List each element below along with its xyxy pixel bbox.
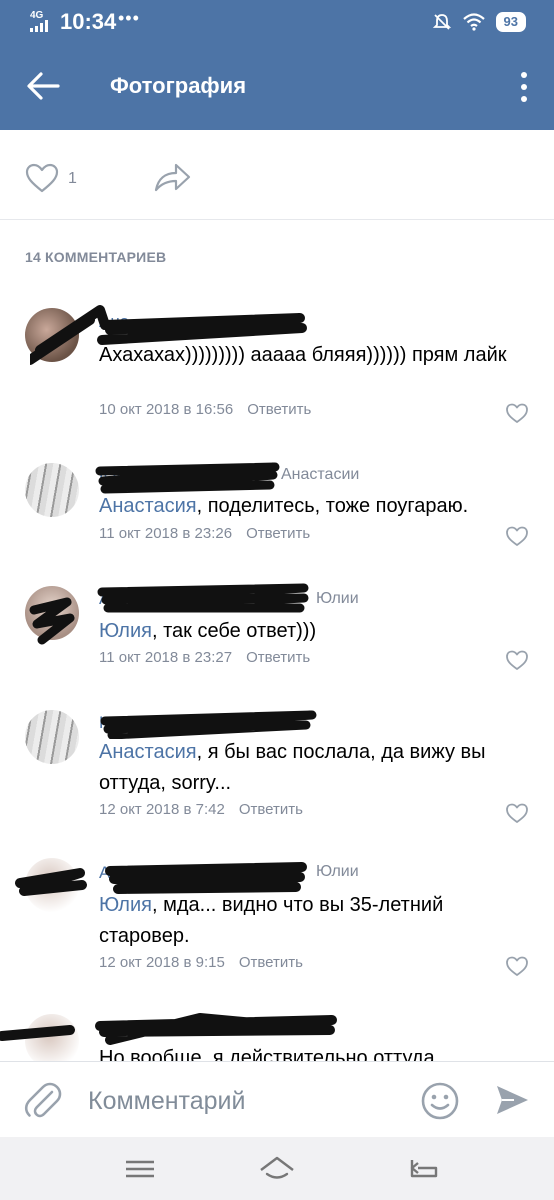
mention-link[interactable]: Юлия bbox=[99, 620, 152, 642]
reply-to-name[interactable]: Юлии bbox=[316, 590, 359, 608]
send-icon[interactable] bbox=[494, 1082, 530, 1118]
comment-text: Анастасия, я бы вас послала, да вижу вы … bbox=[99, 737, 529, 799]
home-icon[interactable] bbox=[257, 1154, 297, 1184]
page-title: Фотография bbox=[110, 73, 247, 98]
comment-body: , так себе ответ))) bbox=[151, 620, 317, 642]
mention-link[interactable]: Анастасия bbox=[99, 741, 197, 763]
comment-text: Ахахахах))))))))) ааааа бляяя)))))) прям… bbox=[99, 340, 529, 371]
comment-meta: 12 окт 2018 в 7:42 Ответить bbox=[99, 801, 303, 818]
comment-date: 12 окт 2018 в 7:42 bbox=[99, 801, 225, 818]
reply-button[interactable]: Ответить bbox=[239, 954, 303, 971]
signal-icon bbox=[30, 20, 48, 32]
battery-indicator: 93 bbox=[495, 12, 526, 32]
reply-to-name[interactable]: Юлии bbox=[316, 863, 359, 881]
mute-bell-icon bbox=[432, 14, 451, 30]
comment-input[interactable] bbox=[88, 1084, 388, 1118]
heart-outline-icon[interactable] bbox=[505, 802, 529, 824]
comment-meta: 12 окт 2018 в 9:15 Ответить bbox=[99, 954, 303, 971]
comment-meta: 10 окт 2018 в 16:56 Ответить bbox=[99, 401, 311, 418]
comment-date: 11 окт 2018 в 23:26 bbox=[99, 525, 233, 542]
comment-body: Но вообще, я действительно оттуда bbox=[99, 1047, 435, 1061]
status-time: 10:34 bbox=[60, 9, 117, 34]
back-arrow-icon[interactable] bbox=[24, 66, 64, 106]
comment-meta: 11 окт 2018 в 23:26 Ответить bbox=[99, 525, 310, 542]
comment-date: 11 окт 2018 в 23:27 bbox=[99, 649, 233, 666]
reply-button[interactable]: Ответить bbox=[246, 649, 310, 666]
mention-link[interactable]: Юлия bbox=[99, 894, 152, 916]
status-bar: 4G 10:34 ••• 93 bbox=[0, 0, 554, 44]
comment-text: Юлия, мда... видно что вы 35-летний стар… bbox=[99, 890, 529, 952]
comment-item: Ан Но вообще, я действительно оттуда bbox=[0, 1010, 554, 1061]
redaction-scribble bbox=[95, 462, 280, 494]
comment-body: , поделитесь, тоже поугараю. bbox=[196, 495, 469, 517]
app-header: 4G 10:34 ••• 93 Фотография bbox=[0, 0, 554, 130]
avatar[interactable] bbox=[25, 463, 79, 517]
reply-button[interactable]: Ответить bbox=[246, 525, 310, 542]
photo-actions: 1 bbox=[0, 130, 554, 220]
comment-text: Анастасия, поделитесь, тоже поугараю. bbox=[99, 491, 529, 522]
status-icons: 93 bbox=[432, 10, 526, 34]
notification-dots: ••• bbox=[118, 8, 140, 28]
comment-meta: 11 окт 2018 в 23:27 Ответить bbox=[99, 649, 310, 666]
share-icon[interactable] bbox=[152, 160, 192, 194]
comment-body: Ахахахах))))))))) ааааа бляяя)))))) прям… bbox=[99, 344, 507, 366]
heart-outline-icon[interactable] bbox=[505, 525, 529, 547]
reply-button[interactable]: Ответить bbox=[239, 801, 303, 818]
heart-outline-icon[interactable] bbox=[24, 162, 60, 194]
comments-count-heading: 14 КОММЕНТАРИЕВ bbox=[25, 249, 167, 265]
system-navbar bbox=[0, 1137, 554, 1200]
more-vertical-icon[interactable] bbox=[518, 70, 530, 104]
mention-link[interactable]: Анастасия bbox=[99, 495, 197, 517]
paperclip-icon[interactable] bbox=[24, 1080, 62, 1120]
reply-to-name[interactable]: Анастасии bbox=[281, 466, 359, 484]
heart-outline-icon[interactable] bbox=[505, 402, 529, 424]
reply-button[interactable]: Ответить bbox=[247, 401, 311, 418]
wifi-icon bbox=[462, 13, 485, 31]
menu-icon[interactable] bbox=[120, 1154, 160, 1184]
redaction-scribble bbox=[100, 710, 317, 739]
back-icon[interactable] bbox=[404, 1154, 444, 1184]
heart-outline-icon[interactable] bbox=[505, 955, 529, 977]
comment-date: 12 окт 2018 в 9:15 bbox=[99, 954, 225, 971]
like-count: 1 bbox=[68, 170, 77, 187]
comment-text: Юлия, так себе ответ))) bbox=[99, 616, 529, 647]
avatar[interactable] bbox=[25, 710, 79, 764]
comment-input-bar bbox=[0, 1061, 554, 1137]
heart-outline-icon[interactable] bbox=[505, 649, 529, 671]
smile-icon[interactable] bbox=[420, 1081, 460, 1121]
comment-text: Но вообще, я действительно оттуда bbox=[99, 1043, 529, 1061]
comment-date: 10 окт 2018 в 16:56 bbox=[99, 401, 234, 418]
